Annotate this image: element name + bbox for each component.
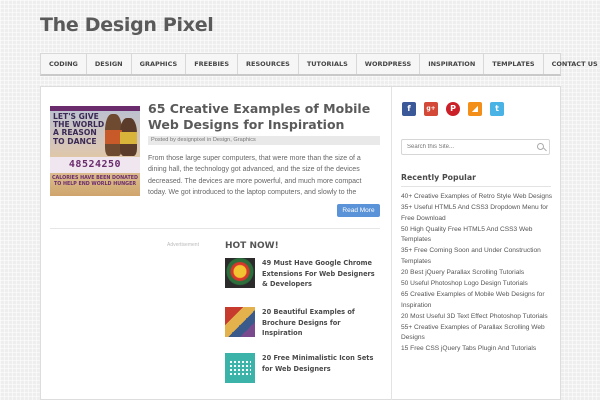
nav-item-wordpress[interactable]: WordPress <box>357 54 421 74</box>
nav-item-tutorials[interactable]: Tutorials <box>299 54 357 74</box>
popular-link[interactable]: 40+ Creative Examples of Retro Style Web… <box>401 192 553 203</box>
popular-link[interactable]: 50 High Quality Free HTML5 And CSS3 Web … <box>401 225 553 247</box>
search-box <box>401 139 550 155</box>
popular-link[interactable]: 15 Free CSS jQuery Tabs Plugin And Tutor… <box>401 344 553 355</box>
site-title[interactable]: The Design Pixel <box>40 14 214 36</box>
popular-link[interactable]: 50 Useful Photoshop Logo Design Tutorial… <box>401 279 553 290</box>
pinterest-icon[interactable]: P <box>446 102 460 116</box>
search-input[interactable] <box>402 140 532 154</box>
popular-link[interactable]: 35+ Free Coming Soon and Under Construct… <box>401 246 553 268</box>
section-divider <box>50 228 380 229</box>
facebook-icon[interactable]: f <box>402 102 416 116</box>
recently-popular-divider <box>401 186 551 187</box>
hot-item-title[interactable]: 20 Free Minimalistic Icon Sets for Web D… <box>262 353 382 374</box>
recently-popular-title: Recently Popular <box>401 173 476 182</box>
popular-link[interactable]: 65 Creative Examples of Mobile Web Desig… <box>401 290 553 312</box>
hot-now-title: HOT NOW! <box>225 241 279 251</box>
hot-item-thumbnail[interactable] <box>225 258 255 288</box>
hot-item[interactable]: 49 Must Have Google Chrome Extensions Fo… <box>225 258 385 294</box>
read-more-button[interactable]: Read More <box>337 204 380 217</box>
thumbnail-slogan: LET'S GIVE THE WORLD A REASON TO DANCE <box>53 112 105 146</box>
column-divider <box>391 87 392 400</box>
nav-item-design[interactable]: Design <box>87 54 132 74</box>
main-content: LET'S GIVE THE WORLD A REASON TO DANCE 4… <box>40 86 561 400</box>
thumbnail-caption: CALORIES HAVE BEEN DONATED TO HELP END W… <box>52 176 138 187</box>
advertisement-label: Advertisement <box>167 242 199 248</box>
thumbnail-shirt <box>120 132 137 144</box>
popular-link[interactable]: 20 Best jQuery Parallax Scrolling Tutori… <box>401 268 553 279</box>
nav-item-templates[interactable]: Templates <box>484 54 544 74</box>
nav-item-contact-us[interactable]: Contact Us <box>544 54 600 74</box>
popular-link[interactable]: 35+ Useful HTML5 And CSS3 Dropdown Menu … <box>401 203 553 225</box>
popular-link[interactable]: 20 Most Useful 3D Text Effect Photoshop … <box>401 312 553 323</box>
post-meta: Posted by designpixel in Design, Graphic… <box>148 136 380 145</box>
thumbnail-banner <box>50 106 140 111</box>
twitter-icon[interactable]: t <box>490 102 504 116</box>
hot-item[interactable]: 20 Beautiful Examples of Brochure Design… <box>225 307 385 343</box>
post-title[interactable]: 65 Creative Examples of Mobile Web Desig… <box>148 101 380 133</box>
search-icon[interactable] <box>537 143 544 150</box>
nav-item-freebies[interactable]: Freebies <box>186 54 239 74</box>
icon-grid-pattern <box>229 360 251 376</box>
rss-icon[interactable]: ◢ <box>468 102 482 116</box>
post-thumbnail[interactable]: LET'S GIVE THE WORLD A REASON TO DANCE 4… <box>50 106 140 196</box>
thumbnail-number: 48524250 <box>50 157 140 173</box>
popular-link[interactable]: 55+ Creative Examples of Parallax Scroll… <box>401 323 553 345</box>
social-icons: f g+ P ◢ t <box>402 102 504 116</box>
recently-popular-list: 40+ Creative Examples of Retro Style Web… <box>401 192 553 355</box>
main-nav: Coding Design Graphics Freebies Resource… <box>40 53 598 76</box>
nav-item-resources[interactable]: Resources <box>238 54 299 74</box>
hot-item-title[interactable]: 49 Must Have Google Chrome Extensions Fo… <box>262 258 382 290</box>
hot-item-thumbnail[interactable] <box>225 307 255 337</box>
google-plus-icon[interactable]: g+ <box>424 102 438 116</box>
nav-item-graphics[interactable]: Graphics <box>132 54 187 74</box>
nav-item-inspiration[interactable]: Inspiration <box>420 54 485 74</box>
hot-item-title[interactable]: 20 Beautiful Examples of Brochure Design… <box>262 307 382 339</box>
hot-item[interactable]: 20 Free Minimalistic Icon Sets for Web D… <box>225 353 385 389</box>
hot-item-thumbnail[interactable] <box>225 353 255 383</box>
post-excerpt: From those large super computers, that w… <box>148 155 362 196</box>
nav-item-coding[interactable]: Coding <box>41 54 87 74</box>
